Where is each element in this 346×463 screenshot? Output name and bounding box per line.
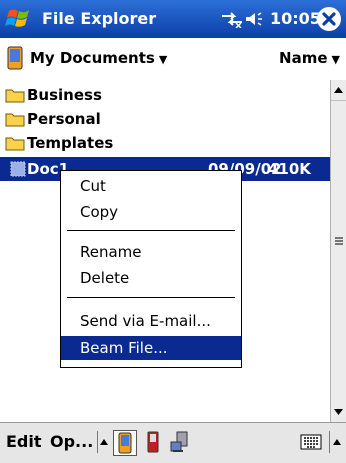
sort-dropdown-label: Name <box>279 49 328 67</box>
menu-item-send-via-email[interactable]: Send via E-mail... <box>61 309 241 333</box>
menu-separator <box>67 230 235 231</box>
menu-separator <box>67 297 235 298</box>
network-icon <box>170 431 188 452</box>
open-menu[interactable]: Op... <box>50 432 93 451</box>
close-icon <box>322 12 336 26</box>
list-item-personal[interactable]: Personal <box>0 107 330 131</box>
vertical-scrollbar[interactable] <box>330 80 346 422</box>
arrow-down-icon <box>334 409 343 415</box>
scroll-thumb[interactable] <box>331 100 346 404</box>
menu-item-copy[interactable]: Copy <box>61 200 241 224</box>
list-item-business[interactable]: Business <box>0 83 330 107</box>
menu-item-label: Cut <box>80 177 106 195</box>
folder-dropdown[interactable]: My Documents ▼ <box>30 49 167 67</box>
menu-bar: Edit Op... <box>0 422 346 463</box>
folder-dropdown-label: My Documents <box>30 49 155 67</box>
network-button[interactable] <box>168 430 190 454</box>
file-size: 410K <box>268 160 311 178</box>
keyboard-icon[interactable] <box>300 434 322 450</box>
menu-item-label: Send via E-mail... <box>80 312 211 330</box>
title-bar: File Explorer 10:05 <box>0 0 346 38</box>
scroll-up-button[interactable] <box>331 80 346 100</box>
storage-card-button[interactable] <box>142 430 164 454</box>
app-title: File Explorer <box>42 9 157 28</box>
folder-icon <box>5 135 25 151</box>
sort-dropdown[interactable]: Name ▼ <box>279 49 340 67</box>
menu-item-beam-file[interactable]: Beam File... <box>61 336 241 360</box>
chevron-down-icon: ▼ <box>158 53 168 66</box>
menu-item-label: Copy <box>80 203 119 221</box>
up-arrow-button[interactable] <box>97 431 110 453</box>
arrow-up-icon <box>334 87 343 93</box>
input-panel-arrow-button[interactable] <box>329 431 344 453</box>
connectivity-icon[interactable] <box>220 10 244 29</box>
arrow-up-icon <box>333 439 341 445</box>
windows-start-flag-icon[interactable] <box>4 3 36 35</box>
document-icon <box>9 160 27 178</box>
chevron-down-icon: ▼ <box>331 53 340 66</box>
menu-item-cut[interactable]: Cut <box>61 174 241 198</box>
file-name: Templates <box>27 134 114 152</box>
folder-icon <box>5 111 25 127</box>
folder-icon <box>5 87 25 103</box>
device-button[interactable] <box>113 430 137 456</box>
scroll-down-button[interactable] <box>331 402 346 422</box>
device-icon <box>118 432 132 454</box>
device-icon <box>7 46 23 70</box>
header-bar: My Documents ▼ Name ▼ <box>0 38 346 81</box>
close-button[interactable] <box>317 7 341 31</box>
menu-item-label: Rename <box>80 243 142 261</box>
menu-item-delete[interactable]: Delete <box>61 266 241 290</box>
menu-item-label: Beam File... <box>80 339 168 357</box>
menu-item-label: Delete <box>80 269 130 287</box>
grip-icon <box>335 237 343 245</box>
storage-card-icon <box>147 431 159 453</box>
up-arrow-icon <box>100 439 108 445</box>
file-name: Business <box>27 86 102 104</box>
edit-menu[interactable]: Edit <box>6 432 42 451</box>
menu-item-rename[interactable]: Rename <box>61 240 241 264</box>
context-menu: Cut Copy Rename Delete Send via E-mail..… <box>60 170 242 368</box>
clock[interactable]: 10:05 <box>270 9 321 28</box>
list-item-templates[interactable]: Templates <box>0 131 330 155</box>
volume-icon[interactable] <box>244 10 266 28</box>
file-name: Personal <box>27 110 101 128</box>
